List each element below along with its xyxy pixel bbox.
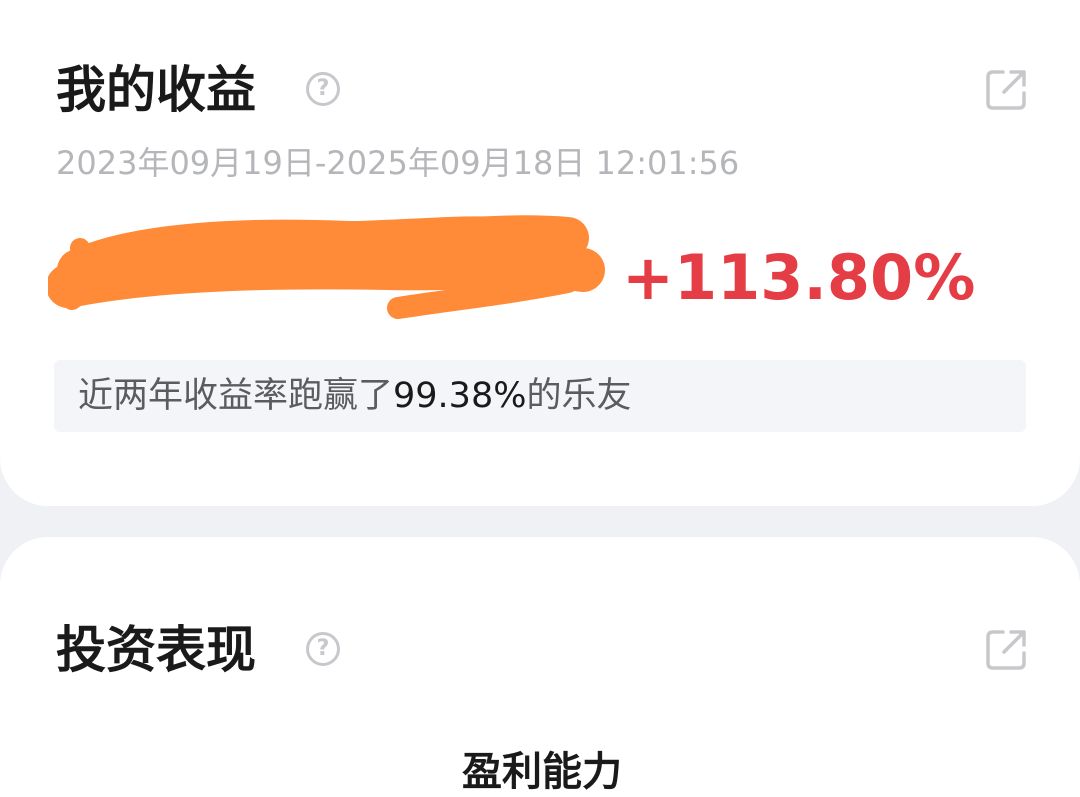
earnings-title: 我的收益 <box>56 61 256 119</box>
rank-text: 近两年收益率跑赢了99.38%的乐友 <box>78 360 632 432</box>
redacted-amount-scribble <box>48 215 605 319</box>
performance-help-icon[interactable]: ? <box>306 632 340 666</box>
performance-title: 投资表现 <box>56 621 256 679</box>
rank-prefix: 近两年收益率跑赢了 <box>78 376 394 416</box>
rank-suffix: 的乐友 <box>526 376 632 416</box>
profitability-subtitle: 盈利能力 <box>462 749 622 795</box>
earnings-help-icon[interactable]: ? <box>306 72 340 106</box>
earnings-share-icon[interactable] <box>983 67 1029 113</box>
return-rate: +113.80% <box>622 241 976 314</box>
performance-share-icon[interactable] <box>983 627 1029 673</box>
date-range: 2023年09月19日-2025年09月18日 12:01:56 <box>56 144 740 182</box>
rank-banner: 近两年收益率跑赢了99.38%的乐友 <box>54 360 1026 432</box>
earnings-card: 我的收益 ? 2023年09月19日-2025年09月18日 12:01:56 … <box>0 0 1080 506</box>
rank-percent: 99.38% <box>393 376 527 416</box>
